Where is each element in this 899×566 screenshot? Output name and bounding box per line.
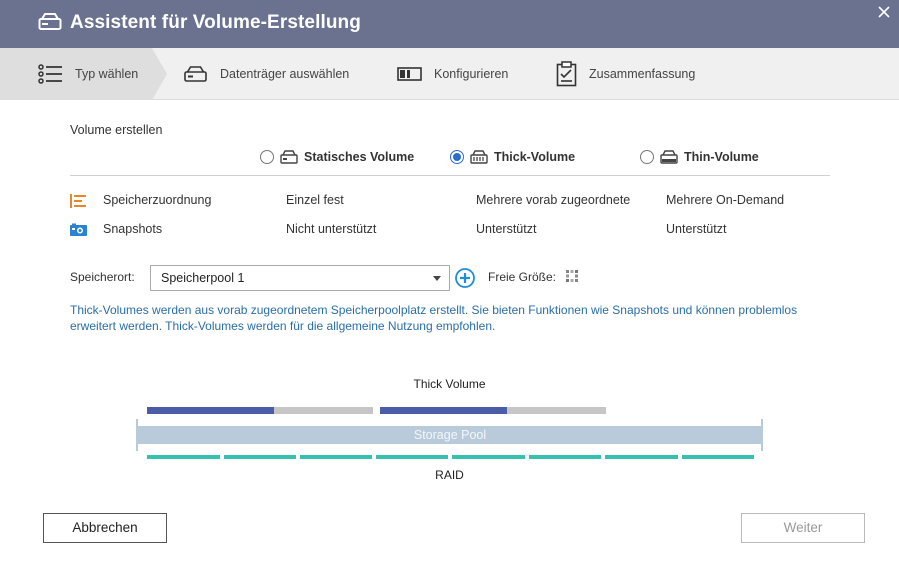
feature-value-thick: Unterstützt xyxy=(476,222,537,236)
step-label: Konfigurieren xyxy=(434,67,509,81)
radio-thin-volume[interactable]: Thin-Volume xyxy=(640,148,759,166)
radio-button[interactable] xyxy=(450,150,464,164)
feature-value-static: Nicht unterstützt xyxy=(286,222,377,236)
volume-bar-2 xyxy=(380,407,606,414)
radio-thick-volume[interactable]: Thick-Volume xyxy=(450,148,575,166)
step-label: Datenträger auswählen xyxy=(220,67,350,81)
volume-bar-used xyxy=(147,407,274,414)
feature-row-snapshots: Snapshots Nicht unterstützt Unterstützt … xyxy=(70,222,830,240)
step-configure[interactable]: Konfigurieren xyxy=(397,48,508,100)
storage-pool-value: Speicherpool 1 xyxy=(161,271,245,285)
raid-label: RAID xyxy=(435,468,464,482)
step-type-select[interactable]: Typ wählen xyxy=(38,48,138,100)
step-label: Typ wählen xyxy=(75,67,139,81)
title-bar: Assistent für Volume-Erstellung xyxy=(0,0,899,48)
next-button[interactable]: Weiter xyxy=(741,513,865,543)
thin-volume-icon xyxy=(660,150,678,164)
configure-icon xyxy=(397,67,422,81)
disk-icon xyxy=(184,65,208,83)
feature-value-thick: Mehrere vorab zugeordnete xyxy=(476,193,631,207)
radio-button[interactable] xyxy=(260,150,274,164)
list-icon xyxy=(38,64,63,84)
raid-segment xyxy=(147,455,220,459)
feature-label: Snapshots xyxy=(103,222,163,236)
clipboard-icon xyxy=(556,61,577,87)
static-volume-icon xyxy=(280,150,298,164)
radio-button[interactable] xyxy=(640,150,654,164)
volume-bar-1 xyxy=(147,407,373,414)
feature-row-allocation: Speicherzuordnung Einzel fest Mehrere vo… xyxy=(70,193,830,211)
free-size-label: Freie Größe: xyxy=(488,270,557,284)
volume-description: Thick-Volumes werden aus vorab zugeordne… xyxy=(70,303,798,333)
raid-segment xyxy=(224,455,296,459)
location-label: Speicherort: xyxy=(70,270,135,284)
window-title: Assistent für Volume-Erstellung xyxy=(70,12,361,33)
feature-value-thin: Unterstützt xyxy=(666,222,727,236)
wizard-steps: Typ wählen Datenträger auswählen Konfigu… xyxy=(0,48,899,100)
feature-label: Speicherzuordnung xyxy=(103,193,212,207)
step-disk-select[interactable]: Datenträger auswählen xyxy=(184,48,349,100)
close-icon[interactable] xyxy=(876,4,892,20)
step-summary[interactable]: Zusammenfassung xyxy=(556,48,695,100)
snapshot-icon xyxy=(70,223,88,240)
raid-segment xyxy=(452,455,525,459)
raid-segment xyxy=(376,455,448,459)
chevron-down-icon xyxy=(433,276,441,281)
type-label: Thin-Volume xyxy=(684,150,759,164)
cancel-button[interactable]: Abbrechen xyxy=(43,513,167,543)
add-pool-button[interactable] xyxy=(455,268,475,288)
diagram-title: Thick Volume xyxy=(413,377,486,391)
drive-icon xyxy=(38,12,62,35)
volume-bar-used xyxy=(380,407,507,414)
radio-static-volume[interactable]: Statisches Volume xyxy=(260,148,414,166)
section-title: Volume erstellen xyxy=(70,123,163,137)
allocation-icon xyxy=(70,194,88,211)
raid-segment xyxy=(529,455,601,459)
divider xyxy=(70,175,830,176)
feature-value-thin: Mehrere On-Demand xyxy=(666,193,785,207)
step-label: Zusammenfassung xyxy=(589,67,696,81)
raid-segment xyxy=(682,455,754,459)
storage-pool-select[interactable]: Speicherpool 1 xyxy=(150,265,450,291)
type-label: Thick-Volume xyxy=(494,150,576,164)
plus-circle-icon xyxy=(455,268,475,288)
raid-segment xyxy=(605,455,678,459)
loading-icon xyxy=(566,270,578,285)
raid-segment xyxy=(300,455,372,459)
storage-pool-bar: Storage Pool xyxy=(137,426,763,444)
type-label: Statisches Volume xyxy=(304,150,415,164)
feature-value-static: Einzel fest xyxy=(286,193,344,207)
thick-volume-icon xyxy=(470,150,488,164)
